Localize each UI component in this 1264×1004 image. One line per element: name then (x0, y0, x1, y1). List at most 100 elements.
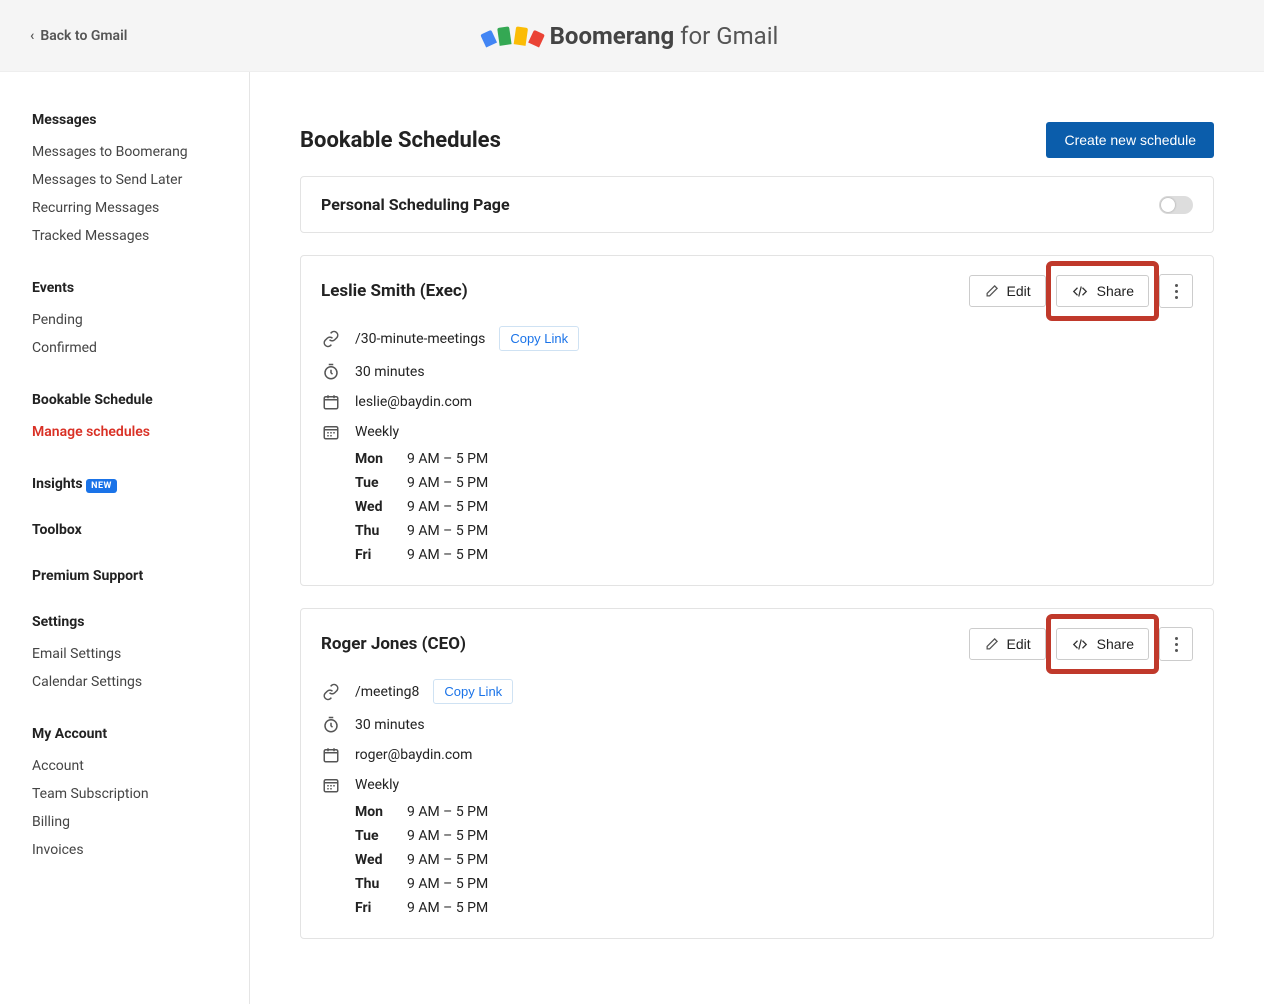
boomerang-logo-icon (486, 27, 540, 45)
schedule-card: Leslie Smith (Exec) Edit Share/30-minute-m… (300, 255, 1214, 586)
weekly-day: Fri (355, 900, 393, 916)
share-button[interactable]: Share (1056, 275, 1149, 307)
sidebar-item-email-settings[interactable]: Email Settings (32, 640, 249, 668)
chevron-left-icon: ‹ (30, 28, 34, 44)
sidebar-head-my-account: My Account (32, 726, 249, 742)
code-icon (1071, 637, 1089, 652)
edit-button[interactable]: Edit (969, 628, 1046, 660)
weekly-row: Tue 9 AM – 5 PM (355, 824, 1193, 848)
weekly-row: Thu 9 AM – 5 PM (355, 872, 1193, 896)
link-icon (321, 330, 341, 348)
weekly-hours: 9 AM – 5 PM (407, 804, 488, 820)
personal-scheduling-title: Personal Scheduling Page (321, 195, 510, 214)
link-icon (321, 683, 341, 701)
weekly-day: Tue (355, 475, 393, 491)
personal-scheduling-toggle[interactable] (1159, 196, 1193, 214)
page-title: Bookable Schedules (300, 128, 501, 153)
sidebar-item-billing[interactable]: Billing (32, 808, 249, 836)
code-icon (1071, 284, 1089, 299)
sidebar-item-team-subscription[interactable]: Team Subscription (32, 780, 249, 808)
weekly-row: Wed 9 AM – 5 PM (355, 848, 1193, 872)
weekly-row: Mon 9 AM – 5 PM (355, 447, 1193, 471)
clock-icon (321, 716, 341, 734)
weekly-hours: 9 AM – 5 PM (407, 523, 488, 539)
sidebar-item-recurring-messages[interactable]: Recurring Messages (32, 194, 249, 222)
weekly-day: Wed (355, 852, 393, 868)
brand-text: Boomerang for Gmail (550, 22, 779, 50)
weekly-hours: 9 AM – 5 PM (407, 451, 488, 467)
weekly-row: Mon 9 AM – 5 PM (355, 800, 1193, 824)
weekly-hours: 9 AM – 5 PM (407, 828, 488, 844)
sidebar-item-messages-to-boomerang[interactable]: Messages to Boomerang (32, 138, 249, 166)
calendar-icon (321, 746, 341, 764)
sidebar-item-calendar-settings[interactable]: Calendar Settings (32, 668, 249, 696)
brand: Boomerang for Gmail (486, 22, 779, 50)
edit-button[interactable]: Edit (969, 275, 1046, 307)
schedule-title: Leslie Smith (Exec) (321, 281, 468, 301)
back-to-gmail-link[interactable]: ‹ Back to Gmail (30, 28, 127, 44)
weekly-row: Fri 9 AM – 5 PM (355, 543, 1193, 567)
personal-scheduling-card: Personal Scheduling Page (300, 176, 1214, 233)
weekly-day: Wed (355, 499, 393, 515)
weekly-row: Wed 9 AM – 5 PM (355, 495, 1193, 519)
sidebar-head-bookable-schedule: Bookable Schedule (32, 392, 249, 408)
copy-link-button[interactable]: Copy Link (499, 326, 579, 351)
sidebar-head-insights[interactable]: Insights NEW (32, 476, 249, 492)
sidebar-item-messages-to-send-later[interactable]: Messages to Send Later (32, 166, 249, 194)
sidebar-item-pending[interactable]: Pending (32, 306, 249, 334)
pencil-icon (984, 284, 999, 299)
schedule-slug: /meeting8 (355, 684, 419, 700)
sidebar-item-manage-schedules[interactable]: Manage schedules (32, 418, 249, 446)
create-new-schedule-button[interactable]: Create new schedule (1046, 122, 1214, 158)
sidebar-head-premium-support[interactable]: Premium Support (32, 568, 249, 584)
weekly-label: Weekly (355, 424, 399, 440)
weekly-day: Thu (355, 523, 393, 539)
more-button[interactable] (1159, 274, 1193, 308)
weekly-hours: 9 AM – 5 PM (407, 475, 488, 491)
weekly-hours: 9 AM – 5 PM (407, 499, 488, 515)
new-badge: NEW (86, 479, 117, 493)
weekly-hours: 9 AM – 5 PM (407, 900, 488, 916)
weekly-day: Mon (355, 804, 393, 820)
weekly-icon (321, 423, 341, 441)
copy-link-button[interactable]: Copy Link (433, 679, 513, 704)
share-button[interactable]: Share (1056, 628, 1149, 660)
sidebar: Messages Messages to BoomerangMessages to… (0, 72, 250, 1004)
weekly-hours: 9 AM – 5 PM (407, 852, 488, 868)
sidebar-head-toolbox[interactable]: Toolbox (32, 522, 249, 538)
weekly-day: Tue (355, 828, 393, 844)
sidebar-item-confirmed[interactable]: Confirmed (32, 334, 249, 362)
pencil-icon (984, 637, 999, 652)
sidebar-head-settings: Settings (32, 614, 249, 630)
schedule-title: Roger Jones (CEO) (321, 634, 466, 654)
sidebar-head-messages: Messages (32, 112, 249, 128)
sidebar-item-invoices[interactable]: Invoices (32, 836, 249, 864)
topbar: ‹ Back to Gmail Boomerang for Gmail (0, 0, 1264, 72)
weekly-day: Mon (355, 451, 393, 467)
vertical-dots-icon (1175, 637, 1178, 652)
weekly-day: Fri (355, 547, 393, 563)
back-label: Back to Gmail (40, 28, 127, 44)
weekly-day: Thu (355, 876, 393, 892)
sidebar-item-tracked-messages[interactable]: Tracked Messages (32, 222, 249, 250)
weekly-hours: 9 AM – 5 PM (407, 876, 488, 892)
weekly-icon (321, 776, 341, 794)
schedule-email: roger@baydin.com (355, 747, 472, 763)
schedule-slug: /30-minute-meetings (355, 331, 485, 347)
weekly-hours: 9 AM – 5 PM (407, 547, 488, 563)
calendar-icon (321, 393, 341, 411)
more-button[interactable] (1159, 627, 1193, 661)
schedule-duration: 30 minutes (355, 717, 425, 733)
sidebar-head-events: Events (32, 280, 249, 296)
weekly-label: Weekly (355, 777, 399, 793)
clock-icon (321, 363, 341, 381)
vertical-dots-icon (1175, 284, 1178, 299)
main-content: Bookable Schedules Create new schedule P… (250, 72, 1264, 1004)
weekly-row: Fri 9 AM – 5 PM (355, 896, 1193, 920)
schedule-duration: 30 minutes (355, 364, 425, 380)
schedule-card: Roger Jones (CEO) Edit Share/meeting8 Copy … (300, 608, 1214, 939)
weekly-row: Tue 9 AM – 5 PM (355, 471, 1193, 495)
weekly-row: Thu 9 AM – 5 PM (355, 519, 1193, 543)
sidebar-item-account[interactable]: Account (32, 752, 249, 780)
schedule-email: leslie@baydin.com (355, 394, 472, 410)
